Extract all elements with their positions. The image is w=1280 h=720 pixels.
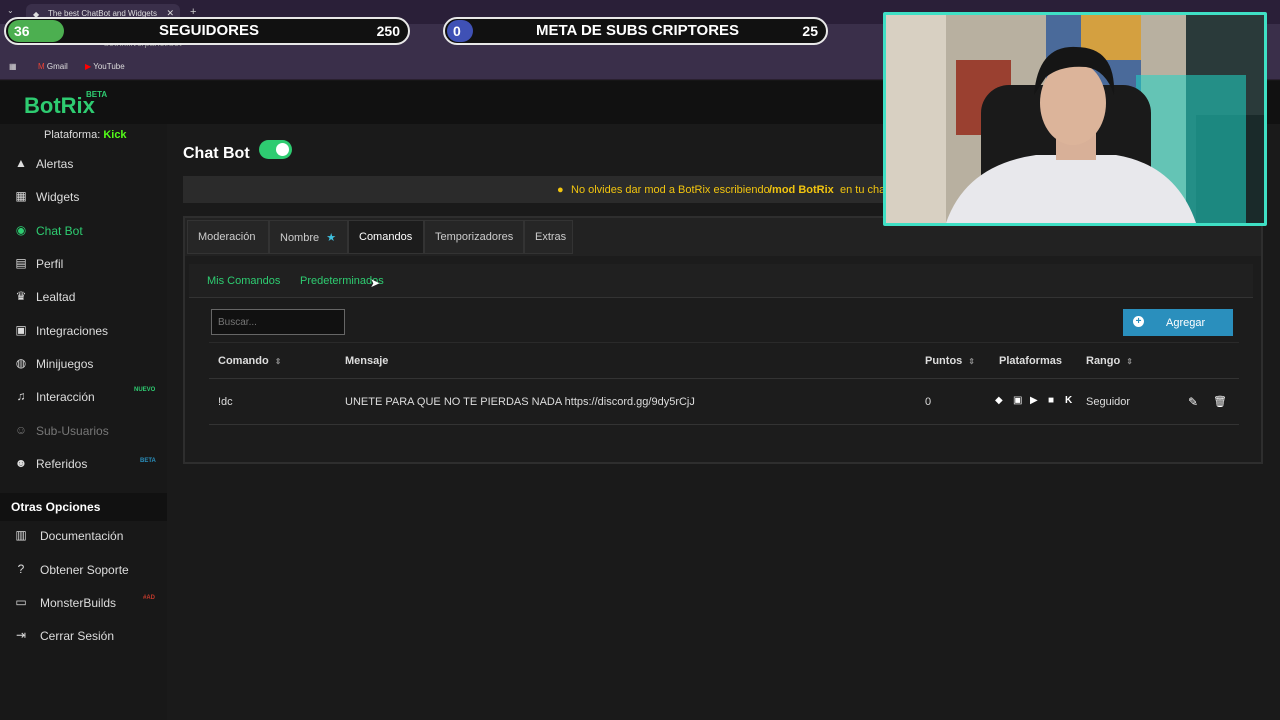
bookmark-youtube[interactable]: ▶ YouTube [85,62,125,71]
beta-badge: BETA [140,458,156,464]
edit-icon[interactable]: ✎ [1188,395,1198,409]
sidebar-item-cerrar-sesion[interactable]: ⇥ Cerrar Sesión [0,621,167,651]
sidebar-item-soporte[interactable]: ? Obtener Soporte [0,555,167,585]
users-icon: ☺ [14,423,28,437]
table-row: !dc UNETE PARA QUE NO TE PIERDAS NADA ht… [209,379,1239,425]
apps-icon[interactable]: ▦ [9,62,17,71]
tab-nombre[interactable]: Nombre ★ [269,220,348,254]
sidebar-item-sub-usuarios[interactable]: ☺ Sub-Usuarios [0,416,167,446]
other-options-title: Otras Opciones [0,493,167,521]
book-icon: ▥ [15,528,27,542]
puzzle-icon: ▣ [15,323,27,337]
chat-bot-toggle[interactable] [259,140,292,159]
youtube-platform-icon: ▶ [1030,395,1038,406]
followers-goal: 250 [376,23,400,39]
commands-card: Moderación Nombre ★ Comandos Temporizado… [183,216,1263,464]
search-input[interactable] [211,309,345,335]
add-command-button[interactable]: + Agregar [1123,309,1233,336]
screen: ⌄ ◆ The best ChatBot and Widgets ✕ + bot… [0,0,1280,720]
followers-goal-bar: 36 SEGUIDORES 250 [4,17,410,45]
help-icon: ? [17,562,25,576]
warning-icon: ▲ [15,156,27,170]
gmail-icon: M [38,62,45,71]
sidebar-item-lealtad[interactable]: ♛ Lealtad [0,282,167,312]
bookmark-gmail[interactable]: M Gmail [38,62,68,71]
user-group-icon: ☻ [14,456,28,470]
subs-goal: 25 [802,23,818,39]
twitch-icon: ▣ [1013,395,1023,406]
subs-goal-bar: 0 META DE SUBS CRIPTORES 25 [443,17,828,45]
sidebar-item-integraciones[interactable]: ▣ Integraciones [0,316,167,346]
followers-label: SEGUIDORES [158,22,260,39]
cell-message: UNETE PARA QUE NO TE PIERDAS NADA https:… [345,396,695,408]
info-icon: ● [557,184,564,196]
notice-text: No olvides dar mod a BotRix escribiendo [571,184,770,196]
column-points[interactable]: Puntos ⇕ [925,355,975,367]
gamepad-icon: ◍ [15,356,27,370]
tab-extras[interactable]: Extras [524,220,573,254]
subtab-mis-comandos[interactable]: Mis Comandos [207,275,280,287]
tab-search-icon[interactable]: ⌄ [7,6,14,15]
sidebar: Plataforma: Kick ▲ Alertas ▦ Widgets ◉ C… [0,124,167,720]
sidebar-item-perfil[interactable]: ▤ Perfil [0,249,167,279]
webcam-overlay [883,12,1267,226]
star-icon: ★ [326,232,337,244]
sidebar-item-referidos[interactable]: ☻ Referidos BETA [0,449,167,479]
sort-icon: ⇕ [1126,357,1133,366]
toggle-knob [276,143,289,156]
column-message: Mensaje [345,355,389,367]
sidebar-item-chat-bot[interactable]: ◉ Chat Bot [0,216,167,246]
sidebar-item-minijuegos[interactable]: ◍ Minijuegos [0,349,167,379]
youtube-icon: ▶ [85,62,92,71]
brand-logo[interactable]: BotRix [24,93,95,119]
tab-comandos[interactable]: Comandos [348,220,424,254]
cell-command: !dc [218,396,233,408]
mouse-cursor-icon: ➤ [370,276,381,290]
notice-command: /mod BotRix [769,184,834,196]
webcam-image [886,15,1264,223]
sidebar-item-widgets[interactable]: ▦ Widgets [0,182,167,212]
k-icon: K [1065,395,1073,406]
sidebar-item-alertas[interactable]: ▲ Alertas [0,149,167,179]
cell-points: 0 [925,396,932,408]
trovo-icon: ■ [1048,395,1055,406]
sidebar-item-documentacion[interactable]: ▥ Documentación [0,521,167,551]
subtab-bar: Mis Comandos Predeterminados [189,264,1253,298]
sidebar-item-monsterbuilds[interactable]: ▭ MonsterBuilds #AD [0,588,167,618]
robot-icon: ◉ [15,223,27,237]
logout-icon: ⇥ [15,628,27,642]
music-icon: ♫ [16,389,26,403]
laptop-icon: ▭ [15,595,27,609]
tab-moderacion[interactable]: Moderación [187,220,269,254]
sort-icon: ⇕ [968,357,975,366]
tab-temporizadores[interactable]: Temporizadores [424,220,524,254]
kick-icon: ◆ [995,395,1003,406]
column-platforms: Plataformas [999,355,1062,367]
id-card-icon: ▤ [15,256,27,270]
column-command[interactable]: Comando ⇕ [218,355,281,367]
page-title: Chat Bot [183,145,250,162]
trash-icon[interactable]: 🗑 [1213,395,1227,408]
new-badge: NUEVO [134,387,156,393]
grid-icon: ▦ [15,189,27,203]
column-rank[interactable]: Rango ⇕ [1086,355,1133,367]
cell-rank: Seguidor [1086,396,1131,408]
table-header: Comando ⇕ Mensaje Puntos ⇕ Plataformas Ran… [209,342,1239,379]
plus-icon: + [1133,316,1144,327]
trophy-icon: ♛ [15,289,27,303]
sidebar-item-interaccion[interactable]: ♫ Interacción NUEVO [0,382,167,412]
platform-indicator: Plataforma: Kick [44,129,127,141]
subs-label: META DE SUBS CRIPTORES [535,22,740,39]
ad-badge: #AD [143,595,156,601]
sort-icon: ⇕ [274,357,282,366]
brand-beta-badge: BETA [86,90,108,99]
notice-suffix: en tu cha [840,184,886,196]
